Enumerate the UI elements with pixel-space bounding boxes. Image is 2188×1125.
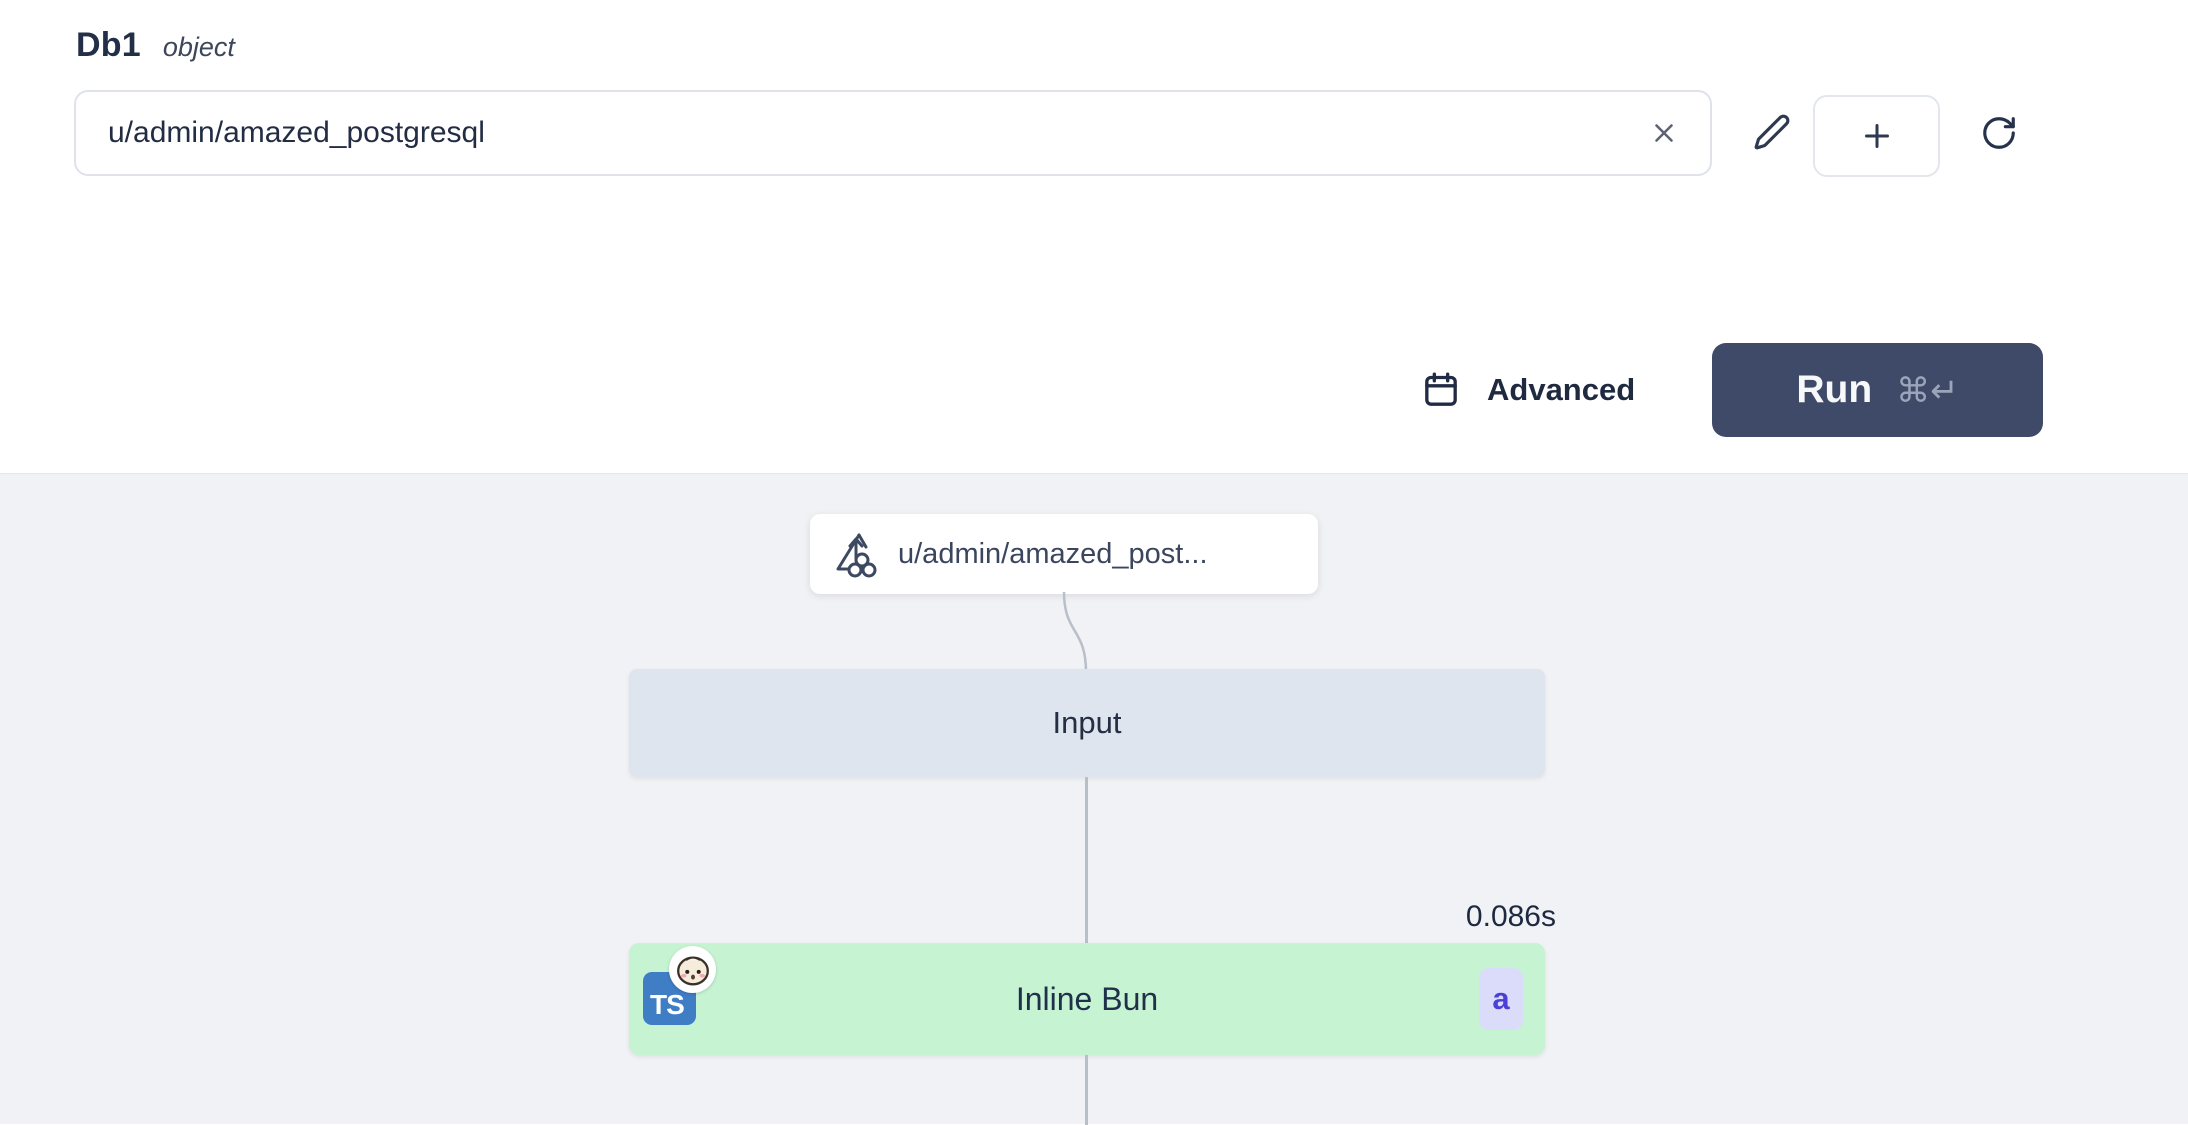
flow-input-node[interactable]: Input	[629, 669, 1545, 777]
step-node-label: Inline Bun	[629, 943, 1545, 1055]
advanced-label: Advanced	[1487, 372, 1635, 408]
run-label: Run	[1796, 368, 1872, 412]
plus-icon	[1859, 118, 1895, 154]
refresh-icon	[1980, 114, 2018, 152]
field-header: Db1 object	[76, 26, 235, 65]
add-resource-button[interactable]	[1813, 95, 1940, 177]
calendar-icon	[1421, 370, 1461, 410]
step-node-inline-bun[interactable]: Inline Bun TS a	[629, 943, 1545, 1055]
step-assignment-badge: a	[1479, 968, 1523, 1030]
refresh-resources-button[interactable]	[1970, 104, 2028, 162]
field-name-label: Db1	[76, 26, 141, 65]
input-node-label: Input	[1053, 705, 1122, 741]
run-button[interactable]: Run ⌘↵	[1712, 343, 2043, 437]
flow-graph-canvas[interactable]: u/admin/amazed_post... Input 0.086s Inli…	[0, 473, 2188, 1124]
resource-path-input[interactable]	[76, 92, 1634, 174]
schema-explorer-icon	[832, 530, 880, 578]
advanced-button[interactable]: Advanced	[1421, 362, 1635, 418]
bun-icon	[669, 946, 716, 993]
resource-path-field[interactable]	[74, 90, 1712, 176]
resource-node-label: u/admin/amazed_post...	[898, 538, 1208, 571]
edge-step-outgoing	[1085, 1055, 1088, 1125]
step-duration-label: 0.086s	[1466, 900, 1556, 934]
pencil-icon	[1753, 113, 1791, 151]
x-icon	[1649, 118, 1679, 148]
run-shortcut-hint: ⌘↵	[1896, 369, 1959, 411]
typescript-abbr: TS	[650, 989, 684, 1021]
field-type-label: object	[163, 32, 235, 63]
edge-resource-to-input	[1050, 592, 1110, 672]
edge-input-to-step	[1085, 777, 1088, 943]
clear-resource-button[interactable]	[1634, 103, 1694, 163]
edit-resource-button[interactable]	[1743, 103, 1801, 161]
resource-node[interactable]: u/admin/amazed_post...	[810, 514, 1318, 594]
